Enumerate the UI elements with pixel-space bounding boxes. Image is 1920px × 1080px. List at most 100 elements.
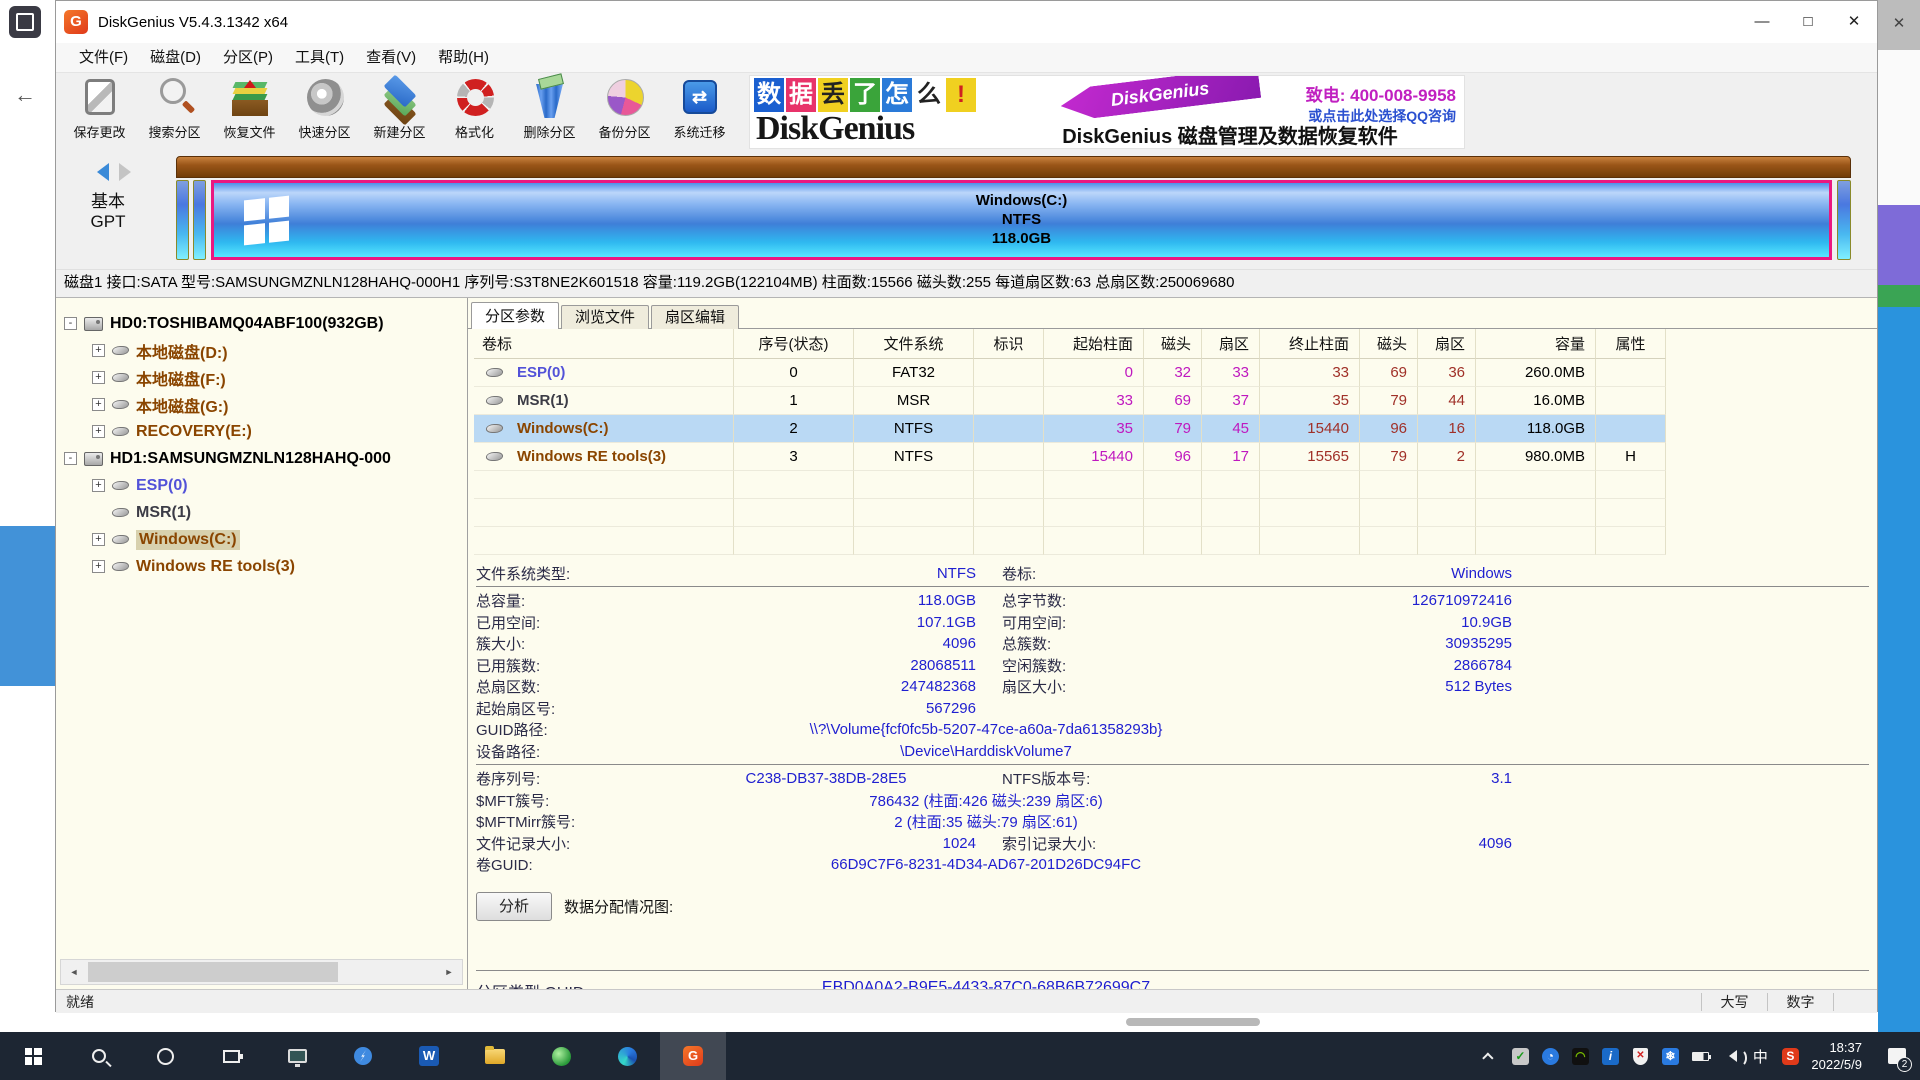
maximize-button[interactable]: □ [1785, 1, 1831, 43]
menu-disk[interactable]: 磁盘(D) [139, 43, 212, 73]
scroll-thumb[interactable] [88, 962, 338, 982]
table-empty-row [474, 527, 1877, 555]
nav-back-icon[interactable] [88, 163, 109, 181]
expand-icon[interactable]: + [92, 371, 105, 384]
table-row-windows-re[interactable]: Windows RE tools(3) 3 NTFS 15440 96 17 1… [474, 443, 1877, 471]
folder-icon [485, 1049, 505, 1064]
system-migrate-icon: ⇄ [677, 76, 723, 120]
tree-item-local-d[interactable]: + 本地磁盘(D:) [56, 337, 467, 364]
taskbar: W G ✓ ◔ ◠ i ✕ ❄ 中 S 18:37 2022/5/9 2 [0, 1032, 1920, 1080]
banner-diskgenius-logo: DiskGenius [756, 110, 914, 148]
delete-partition-button[interactable]: 删除分区 [512, 76, 587, 148]
pinned-app-word[interactable]: W [396, 1032, 462, 1080]
banner-qq-link[interactable]: 或点击此处选择QQ咨询 [1308, 106, 1456, 126]
save-changes-button[interactable]: 保存更改 [62, 76, 137, 148]
disk-bar[interactable] [176, 156, 1851, 178]
tree-item-windows-c[interactable]: + Windows(C:) [56, 526, 467, 553]
disk-info-bar: 磁盘1 接口:SATA 型号:SAMSUNGMZNLN128HAHQ-000H1… [56, 269, 1877, 297]
pinned-app-browser[interactable] [528, 1032, 594, 1080]
expand-icon[interactable]: + [92, 344, 105, 357]
taskbar-app-diskgenius[interactable]: G [660, 1032, 726, 1080]
tray-intel-icon[interactable]: i [1595, 1032, 1625, 1080]
tab-partition-params[interactable]: 分区参数 [471, 302, 559, 329]
table-row-msr[interactable]: MSR(1) 1 MSR 33 69 37 35 79 44 16.0MB [474, 387, 1877, 415]
volume-icon[interactable] [1715, 1032, 1745, 1080]
partition-icon [485, 424, 504, 433]
expand-icon[interactable]: + [92, 425, 105, 438]
battery-icon[interactable] [1685, 1032, 1715, 1080]
tray-security-shield-icon[interactable]: ✕ [1625, 1032, 1655, 1080]
close-button[interactable]: ✕ [1831, 1, 1877, 43]
disk-icon [84, 452, 103, 466]
menu-partition[interactable]: 分区(P) [212, 43, 284, 73]
partition-block-msr[interactable] [193, 180, 206, 260]
tree-item-local-g[interactable]: + 本地磁盘(G:) [56, 391, 467, 418]
start-button[interactable] [0, 1032, 66, 1080]
type-guid-value: EBD0A0A2-B9E5-4433-87C0-68B6B72699C7 [676, 979, 1296, 989]
scroll-right-icon[interactable]: ► [436, 960, 462, 984]
partition-table-header: 卷标 序号(状态) 文件系统 标识 起始柱面 磁头 扇区 终止柱面 磁头 扇区 … [474, 329, 1877, 359]
pinned-app-file-explorer[interactable] [462, 1032, 528, 1080]
task-view-button[interactable] [198, 1032, 264, 1080]
table-row-windows-c[interactable]: Windows(C:) 2 NTFS 35 79 45 15440 96 16 … [474, 415, 1877, 443]
tab-sector-edit[interactable]: 扇区编辑 [651, 305, 739, 329]
tray-nvidia-icon[interactable]: ◠ [1565, 1032, 1595, 1080]
menu-view[interactable]: 查看(V) [355, 43, 427, 73]
expand-icon[interactable]: + [92, 560, 105, 573]
taskbar-search-button[interactable] [66, 1032, 132, 1080]
cortana-button[interactable] [132, 1032, 198, 1080]
tree-item-esp[interactable]: + ESP(0) [56, 472, 467, 499]
notification-center-button[interactable]: 2 [1874, 1032, 1920, 1080]
tray-blue-app-icon[interactable]: ◔ [1535, 1032, 1565, 1080]
menu-tools[interactable]: 工具(T) [284, 43, 355, 73]
search-icon [92, 1049, 106, 1063]
nav-forward-icon[interactable] [119, 163, 140, 181]
tray-expand-button[interactable] [1475, 1032, 1505, 1080]
recover-files-button[interactable]: 恢复文件 [212, 76, 287, 148]
partition-block-re-tools[interactable] [1837, 180, 1851, 260]
search-partition-button[interactable]: 搜索分区 [137, 76, 212, 148]
pinned-app-messenger[interactable] [330, 1032, 396, 1080]
minimize-button[interactable]: — [1739, 1, 1785, 43]
menu-help[interactable]: 帮助(H) [427, 43, 500, 73]
sogou-icon[interactable]: S [1775, 1032, 1805, 1080]
format-button[interactable]: 格式化 [437, 76, 512, 148]
tree-item-msr[interactable]: MSR(1) [56, 499, 467, 526]
ime-indicator[interactable]: 中 [1745, 1032, 1775, 1080]
analyze-button[interactable]: 分析 [476, 892, 552, 921]
pinned-app-monitor[interactable] [264, 1032, 330, 1080]
quick-partition-button[interactable]: 快速分区 [287, 76, 362, 148]
menu-file[interactable]: 文件(F) [68, 43, 139, 73]
collapse-icon[interactable]: - [64, 452, 77, 465]
partition-icon [485, 368, 504, 377]
pinned-app-edge[interactable] [594, 1032, 660, 1080]
windows-logo-icon [25, 1048, 42, 1065]
partition-block-windows-c[interactable]: Windows(C:) NTFS 118.0GB [211, 180, 1832, 260]
new-partition-button[interactable]: 新建分区 [362, 76, 437, 148]
tree-item-hd0[interactable]: - HD0:TOSHIBAMQ04ABF100(932GB) [56, 310, 467, 337]
tree-item-hd1[interactable]: - HD1:SAMSUNGMZNLN128HAHQ-000 [56, 445, 467, 472]
partition-icon [111, 562, 130, 571]
system-migrate-button[interactable]: ⇄ 系统迁移 [662, 76, 737, 148]
backup-partition-button[interactable]: 备份分区 [587, 76, 662, 148]
tab-browse-files[interactable]: 浏览文件 [561, 305, 649, 329]
tree-item-recovery-e[interactable]: + RECOVERY(E:) [56, 418, 467, 445]
details-divider [476, 764, 1869, 765]
tray-update-icon[interactable]: ✓ [1505, 1032, 1535, 1080]
scroll-left-icon[interactable]: ◄ [61, 960, 87, 984]
tree-horizontal-scrollbar[interactable]: ◄ ► [60, 959, 463, 985]
backup-partition-icon [602, 76, 648, 120]
collapse-icon[interactable]: - [64, 317, 77, 330]
status-ready: 就绪 [56, 992, 1701, 1012]
expand-icon[interactable]: + [92, 479, 105, 492]
ad-banner[interactable]: 数 据 丢 了 怎 么 ! DiskGenius DiskGenius Disk… [749, 75, 1465, 149]
tray-snowflake-icon[interactable]: ❄ [1655, 1032, 1685, 1080]
partition-block-esp[interactable] [176, 180, 189, 260]
tree-item-local-f[interactable]: + 本地磁盘(F:) [56, 364, 467, 391]
expand-icon[interactable]: + [92, 533, 105, 546]
table-row-esp[interactable]: ESP(0) 0 FAT32 0 32 33 33 69 36 260.0MB [474, 359, 1877, 387]
expand-icon[interactable]: + [92, 398, 105, 411]
taskbar-clock[interactable]: 18:37 2022/5/9 [1811, 1039, 1862, 1073]
task-view-icon [223, 1050, 240, 1063]
tree-item-windows-re[interactable]: + Windows RE tools(3) [56, 553, 467, 580]
